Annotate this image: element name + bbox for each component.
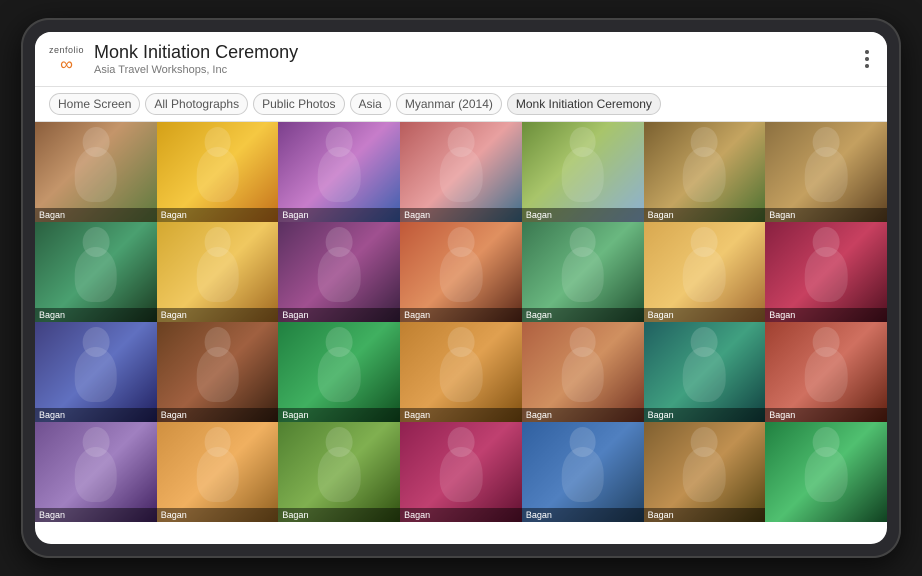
more-menu-button[interactable] (861, 46, 873, 72)
breadcrumb-asia[interactable]: Asia (350, 93, 391, 115)
photo-cell-6[interactable]: Bagan (644, 122, 766, 222)
photo-cell-4[interactable]: Bagan (400, 122, 522, 222)
photo-label-12: Bagan (522, 308, 644, 322)
photo-label-19: Bagan (522, 408, 644, 422)
photo-label-4: Bagan (400, 208, 522, 222)
photo-cell-27[interactable]: Bagan (644, 422, 766, 522)
photo-label-25: Bagan (400, 508, 522, 522)
breadcrumb-home[interactable]: Home Screen (49, 93, 140, 115)
menu-dot-2 (865, 57, 869, 61)
photo-cell-8[interactable]: Bagan (35, 222, 157, 322)
logo-icon: ∞ (60, 55, 73, 73)
photo-label-7: Bagan (765, 208, 887, 222)
photo-cell-26[interactable]: Bagan (522, 422, 644, 522)
photo-label-17: Bagan (278, 408, 400, 422)
breadcrumb-public-photos[interactable]: Public Photos (253, 93, 344, 115)
photo-label-24: Bagan (278, 508, 400, 522)
photo-cell-7[interactable]: Bagan (765, 122, 887, 222)
photo-cell-19[interactable]: Bagan (522, 322, 644, 422)
photo-label-11: Bagan (400, 308, 522, 322)
photo-cell-11[interactable]: Bagan (400, 222, 522, 322)
photo-label-14: Bagan (765, 308, 887, 322)
page-subtitle: Asia Travel Workshops, Inc (94, 64, 861, 76)
photo-cell-3[interactable]: Bagan (278, 122, 400, 222)
photo-label-15: Bagan (35, 408, 157, 422)
photo-cell-5[interactable]: Bagan (522, 122, 644, 222)
photo-label-22: Bagan (35, 508, 157, 522)
photo-label-6: Bagan (644, 208, 766, 222)
header-title-block: Monk Initiation Ceremony Asia Travel Wor… (94, 42, 861, 76)
photo-cell-21[interactable]: Bagan (765, 322, 887, 422)
breadcrumb: Home Screen All Photographs Public Photo… (35, 87, 887, 122)
photo-label-3: Bagan (278, 208, 400, 222)
photo-label-16: Bagan (157, 408, 279, 422)
photo-label-10: Bagan (278, 308, 400, 322)
photo-label-20: Bagan (644, 408, 766, 422)
photo-label-2: Bagan (157, 208, 279, 222)
photo-cell-20[interactable]: Bagan (644, 322, 766, 422)
photo-label-27: Bagan (644, 508, 766, 522)
photo-label-26: Bagan (522, 508, 644, 522)
breadcrumb-ceremony[interactable]: Monk Initiation Ceremony (507, 93, 661, 115)
menu-dot-1 (865, 50, 869, 54)
menu-dot-3 (865, 64, 869, 68)
photo-cell-1[interactable]: Bagan (35, 122, 157, 222)
photo-cell-12[interactable]: Bagan (522, 222, 644, 322)
photo-cell-9[interactable]: Bagan (157, 222, 279, 322)
page-title: Monk Initiation Ceremony (94, 42, 861, 64)
photo-cell-22[interactable]: Bagan (35, 422, 157, 522)
photo-cell-16[interactable]: Bagan (157, 322, 279, 422)
photo-label-18: Bagan (400, 408, 522, 422)
photo-label-8: Bagan (35, 308, 157, 322)
photo-label-23: Bagan (157, 508, 279, 522)
photo-label-1: Bagan (35, 208, 157, 222)
photo-cell-14[interactable]: Bagan (765, 222, 887, 322)
photo-cell-24[interactable]: Bagan (278, 422, 400, 522)
photo-grid: BaganBaganBaganBaganBaganBaganBaganBagan… (35, 122, 887, 544)
tablet-device: zenfolio ∞ Monk Initiation Ceremony Asia… (21, 18, 901, 558)
photo-cell-10[interactable]: Bagan (278, 222, 400, 322)
logo: zenfolio ∞ (49, 45, 84, 73)
header: zenfolio ∞ Monk Initiation Ceremony Asia… (35, 32, 887, 87)
photo-label-13: Bagan (644, 308, 766, 322)
photo-label-9: Bagan (157, 308, 279, 322)
photo-label-21: Bagan (765, 408, 887, 422)
photo-cell-28[interactable] (765, 422, 887, 522)
tablet-screen: zenfolio ∞ Monk Initiation Ceremony Asia… (35, 32, 887, 544)
photo-cell-18[interactable]: Bagan (400, 322, 522, 422)
photo-cell-13[interactable]: Bagan (644, 222, 766, 322)
photo-label-5: Bagan (522, 208, 644, 222)
photo-cell-17[interactable]: Bagan (278, 322, 400, 422)
photo-cell-15[interactable]: Bagan (35, 322, 157, 422)
breadcrumb-all-photographs[interactable]: All Photographs (145, 93, 248, 115)
photo-cell-2[interactable]: Bagan (157, 122, 279, 222)
photo-cell-23[interactable]: Bagan (157, 422, 279, 522)
breadcrumb-myanmar[interactable]: Myanmar (2014) (396, 93, 502, 115)
photo-cell-25[interactable]: Bagan (400, 422, 522, 522)
